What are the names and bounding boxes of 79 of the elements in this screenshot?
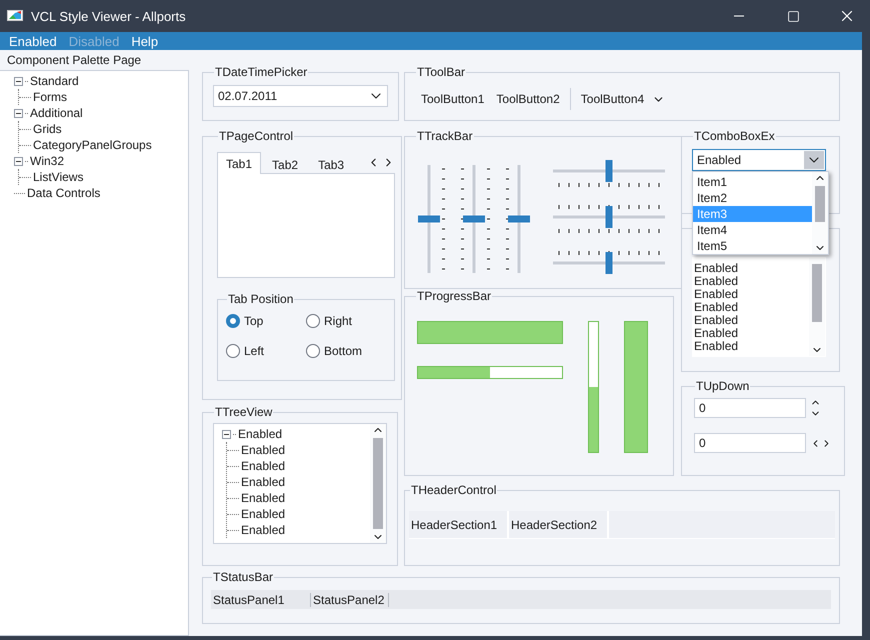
group-title: THeaderControl xyxy=(410,483,498,497)
number-field[interactable]: 0 xyxy=(694,433,806,453)
status-panel: StatusPanel2 xyxy=(311,592,390,606)
group-title: TComboBoxEx xyxy=(693,129,776,143)
minimize-icon xyxy=(734,15,744,17)
group-title: TTreeView xyxy=(214,405,274,419)
number-field[interactable]: 0 xyxy=(694,398,806,418)
slider-thumb[interactable] xyxy=(606,206,612,228)
collapse-icon[interactable] xyxy=(14,108,23,118)
group-title: TDateTimePicker xyxy=(214,65,308,79)
collapse-icon[interactable] xyxy=(14,76,23,86)
slider-thumb[interactable] xyxy=(463,216,485,222)
tree-item[interactable]: Enabled xyxy=(241,475,286,489)
tree-item[interactable]: Standard xyxy=(30,74,79,88)
group-title: TToolBar xyxy=(416,65,466,79)
date-field[interactable]: 02.07.2011 xyxy=(213,85,388,107)
list-item[interactable]: Enabled xyxy=(693,262,809,275)
group-title: TProgressBar xyxy=(416,289,492,303)
scrollbar-thumb[interactable] xyxy=(812,264,822,322)
tree-item[interactable]: Enabled xyxy=(241,507,286,521)
tree-item[interactable]: Enabled xyxy=(241,459,286,473)
slider-thumb[interactable] xyxy=(606,252,612,274)
tool-button[interactable]: ToolButton1 xyxy=(415,92,490,106)
collapse-icon[interactable] xyxy=(222,430,231,438)
radio-button[interactable] xyxy=(226,314,240,328)
list-item[interactable]: Enabled xyxy=(693,314,809,327)
group-title: TPageControl xyxy=(218,129,294,143)
radio-button[interactable] xyxy=(226,344,240,358)
tree-item[interactable]: Data Controls xyxy=(27,186,100,200)
group-title: Tab Position xyxy=(227,292,294,306)
scrollbar-thumb[interactable] xyxy=(815,186,825,222)
tree-item[interactable]: CategoryPanelGroups xyxy=(33,138,152,152)
tree-item[interactable]: Grids xyxy=(33,122,62,136)
dropdown-item[interactable]: Item2 xyxy=(693,190,812,206)
menu-item[interactable]: Enabled xyxy=(3,34,63,48)
header-section[interactable]: HeaderSection1 xyxy=(409,511,509,538)
group-title: TStatusBar xyxy=(212,570,274,584)
tree-item[interactable]: Enabled xyxy=(241,443,286,457)
tree-item[interactable]: Forms xyxy=(33,90,67,104)
radio-label: Right xyxy=(324,314,352,328)
dropdown-item[interactable]: Item4 xyxy=(693,222,812,238)
tool-button[interactable]: ToolButton2 xyxy=(490,92,566,106)
tab[interactable]: Tab2 xyxy=(263,154,308,174)
combo-box[interactable]: Enabled xyxy=(692,149,826,171)
slider-thumb[interactable] xyxy=(508,216,530,222)
radio-button[interactable] xyxy=(306,344,320,358)
list-item[interactable]: Enabled xyxy=(693,340,809,353)
tree-item[interactable]: Enabled xyxy=(241,523,286,537)
tree-item[interactable]: Enabled xyxy=(241,491,286,505)
radio-button[interactable] xyxy=(306,314,320,328)
window-title: VCL Style Viewer - Allports xyxy=(31,8,187,24)
maximize-icon xyxy=(786,10,800,22)
menu-item[interactable]: Help xyxy=(125,34,164,48)
radio-label: Top xyxy=(244,314,264,328)
dropdown-item[interactable]: Item5 xyxy=(693,238,812,254)
list-item[interactable]: Enabled xyxy=(693,327,809,340)
radio-label: Bottom xyxy=(324,344,362,358)
tree-item[interactable]: ListViews xyxy=(33,170,84,184)
tool-button[interactable]: ToolButton4 xyxy=(574,92,672,106)
list-item[interactable]: Enabled xyxy=(693,301,809,314)
tab[interactable]: Tab3 xyxy=(309,154,354,174)
list-item[interactable]: Enabled xyxy=(693,275,809,288)
group-title: TUpDown xyxy=(695,379,750,393)
tab[interactable]: Tab1 xyxy=(217,152,262,174)
app-icon xyxy=(7,9,23,23)
tree-item[interactable]: Win32 xyxy=(30,154,64,168)
header-section[interactable]: HeaderSection2 xyxy=(509,511,609,538)
tree-item[interactable]: Enabled xyxy=(238,427,282,441)
panel-title: Component Palette Page xyxy=(6,52,142,69)
radio-label: Left xyxy=(244,344,264,358)
scrollbar-thumb[interactable] xyxy=(373,438,383,529)
slider-thumb[interactable] xyxy=(606,160,612,182)
status-panel: StatusPanel1 xyxy=(211,592,311,606)
tree-item[interactable]: Additional xyxy=(30,106,83,120)
slider-thumb[interactable] xyxy=(418,216,440,222)
collapse-icon[interactable] xyxy=(14,156,23,166)
list-item[interactable]: Enabled xyxy=(693,288,809,301)
dropdown-item[interactable]: Item1 xyxy=(693,174,812,190)
group-title: TTrackBar xyxy=(416,129,474,143)
